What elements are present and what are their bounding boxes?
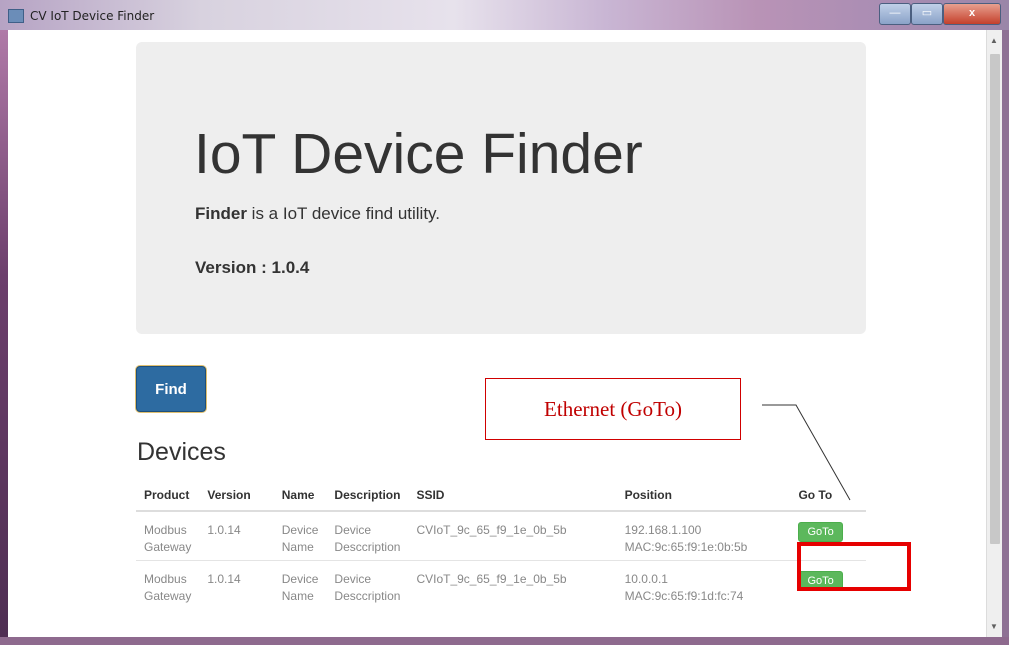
column-header-ssid: SSID xyxy=(408,479,617,512)
column-header-position: Position xyxy=(616,479,791,512)
cell-product: Modbus Gateway xyxy=(136,560,200,609)
cell-ssid: CVIoT_9c_65_f9_1e_0b_5b xyxy=(408,560,617,609)
column-header-goto: Go To xyxy=(790,479,866,512)
app-description-text: is a IoT device find utility. xyxy=(246,204,441,223)
devices-heading: Devices xyxy=(137,438,226,466)
scroll-down-arrow-icon[interactable]: ▼ xyxy=(990,622,998,631)
cell-name: Device Name xyxy=(273,560,327,609)
cell-description: Device Desccription xyxy=(326,560,409,609)
goto-highlight-box xyxy=(797,542,911,591)
find-button[interactable]: Find xyxy=(136,366,206,412)
maximize-button[interactable]: ▭ xyxy=(911,3,943,25)
vertical-scrollbar[interactable]: ▲ ▼ xyxy=(986,30,1003,637)
cell-description: Device Desccription xyxy=(326,510,409,561)
table-header-row: Product Version Name Description SSID Po… xyxy=(136,479,866,512)
cell-ip: 10.0.0.1 xyxy=(624,572,668,586)
jumbotron: IoT Device Finder Finder is a IoT device… xyxy=(136,42,866,334)
cell-ip: 192.168.1.100 xyxy=(624,523,702,537)
goto-button[interactable]: GoTo xyxy=(798,522,843,542)
app-icon xyxy=(8,9,24,23)
table-row: Modbus Gateway 1.0.14 Device Name Device… xyxy=(136,560,866,609)
cell-name: Device Name xyxy=(273,510,327,561)
app-description: Finder is a IoT device find utility. xyxy=(195,204,440,224)
window-frame-bottom xyxy=(0,637,1009,645)
title-bar: CV IoT Device Finder — ▭ x xyxy=(0,0,1009,30)
devices-table: Product Version Name Description SSID Po… xyxy=(136,479,866,609)
app-description-bold: Finder xyxy=(195,204,247,223)
close-button[interactable]: x xyxy=(943,3,1001,25)
page-title: IoT Device Finder xyxy=(194,122,643,186)
table-row: Modbus Gateway 1.0.14 Device Name Device… xyxy=(136,510,866,561)
window-title: CV IoT Device Finder xyxy=(30,9,155,23)
cell-version: 1.0.14 xyxy=(199,510,274,561)
column-header-name: Name xyxy=(273,479,327,512)
column-header-description: Description xyxy=(326,479,409,512)
scroll-up-arrow-icon[interactable]: ▲ xyxy=(990,36,998,45)
column-header-product: Product xyxy=(136,479,200,512)
version-label: Version : 1.0.4 xyxy=(195,258,310,277)
column-header-version: Version xyxy=(199,479,274,512)
cell-description-line1: Device xyxy=(334,572,372,586)
cell-description-line2: Desccription xyxy=(334,589,401,603)
cell-version: 1.0.14 xyxy=(199,560,274,609)
cell-mac: MAC:9c:65:f9:1e:0b:5b xyxy=(624,540,748,554)
scroll-thumb[interactable] xyxy=(990,54,1000,544)
cell-position: 10.0.0.1 MAC:9c:65:f9:1d:fc:74 xyxy=(616,560,791,609)
cell-ssid: CVIoT_9c_65_f9_1e_0b_5b xyxy=(408,510,617,561)
window-frame-left xyxy=(0,30,8,645)
cell-position: 192.168.1.100 MAC:9c:65:f9:1e:0b:5b xyxy=(616,510,791,561)
minimize-button[interactable]: — xyxy=(879,3,911,25)
window-frame-right xyxy=(1002,30,1009,637)
cell-product: Modbus Gateway xyxy=(136,510,200,561)
cell-mac: MAC:9c:65:f9:1d:fc:74 xyxy=(624,589,744,603)
app-content: IoT Device Finder Finder is a IoT device… xyxy=(8,30,986,637)
annotation-label-box: Ethernet (GoTo) xyxy=(485,378,741,440)
